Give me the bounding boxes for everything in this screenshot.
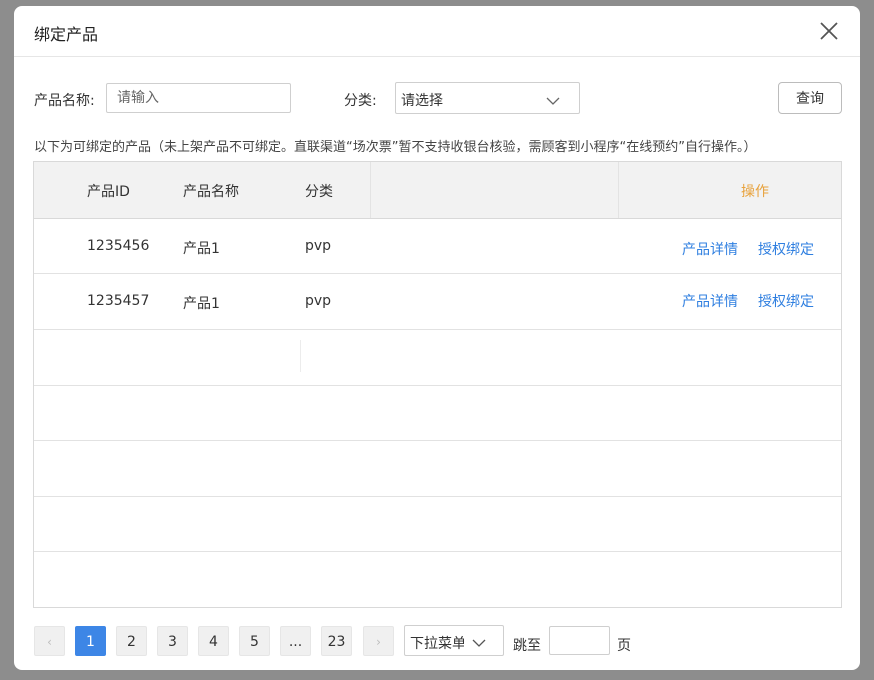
query-button[interactable]: 查询 — [778, 82, 842, 114]
header-divider — [370, 162, 371, 218]
header-action: 操作 — [741, 184, 769, 200]
header-product-name: 产品名称 — [183, 184, 239, 200]
bind-product-dialog: 绑定产品 产品名称: 分类: 请选择 查询 以下为可绑定的产品（未上架产品不可绑… — [14, 6, 860, 670]
cell-product-name: 产品1 — [183, 241, 220, 257]
table-row-empty — [34, 552, 841, 607]
goto-suffix: 页 — [617, 638, 631, 654]
page-size-select[interactable]: 下拉菜单 — [404, 625, 504, 656]
product-detail-link[interactable]: 产品详情 — [682, 291, 738, 311]
product-table: 产品ID 产品名称 分类 操作 1235456 产品1 pvp 产品详情 授权绑… — [33, 161, 842, 608]
header-category: 分类 — [305, 184, 333, 200]
table-row: 1235457 产品1 pvp 产品详情 授权绑定 — [34, 274, 841, 330]
cell-category: pvp — [305, 238, 332, 254]
page-size-value: 下拉菜单 — [410, 636, 464, 652]
table-row-empty — [34, 441, 841, 497]
product-name-input[interactable] — [106, 83, 291, 113]
table-row: 1235456 产品1 pvp 产品详情 授权绑定 — [34, 218, 841, 274]
cell-product-id: 1235456 — [87, 238, 150, 254]
authorize-bind-link[interactable]: 授权绑定 — [758, 291, 814, 311]
header-divider — [618, 162, 619, 218]
cell-product-name: 产品1 — [183, 296, 220, 312]
next-page-button[interactable]: › — [363, 626, 394, 656]
chevron-down-icon — [546, 92, 560, 111]
page-button-1[interactable]: 1 — [75, 626, 106, 656]
table-row-empty — [34, 386, 841, 441]
category-label: 分类: — [344, 93, 377, 109]
category-select[interactable]: 请选择 — [395, 82, 580, 114]
page-button-2[interactable]: 2 — [116, 626, 147, 656]
page-button-4[interactable]: 4 — [198, 626, 229, 656]
cell-category: pvp — [305, 293, 332, 309]
goto-page-input[interactable] — [549, 626, 610, 655]
dialog-title: 绑定产品 — [34, 25, 99, 44]
product-detail-link[interactable]: 产品详情 — [682, 239, 738, 259]
cell-divider — [300, 340, 301, 372]
chevron-down-icon — [472, 634, 486, 653]
cell-product-id: 1235457 — [87, 293, 150, 309]
page-button-5[interactable]: 5 — [239, 626, 270, 656]
close-icon[interactable] — [818, 20, 840, 42]
header-product-id: 产品ID — [87, 184, 130, 200]
bind-notice: 以下为可绑定的产品（未上架产品不可绑定。直联渠道“场次票”暂不支持收银台核验，需… — [34, 140, 757, 155]
dialog-header: 绑定产品 — [14, 6, 860, 57]
goto-label: 跳至 — [513, 638, 541, 654]
prev-page-button[interactable]: ‹ — [34, 626, 65, 656]
page-button-23[interactable]: 23 — [321, 626, 352, 656]
product-name-label: 产品名称: — [34, 93, 95, 109]
table-header: 产品ID 产品名称 分类 操作 — [34, 162, 841, 219]
table-row-empty — [34, 497, 841, 552]
table-row-empty — [34, 330, 841, 386]
page-button-3[interactable]: 3 — [157, 626, 188, 656]
category-select-value: 请选择 — [401, 93, 443, 109]
authorize-bind-link[interactable]: 授权绑定 — [758, 239, 814, 259]
page-ellipsis[interactable]: ... — [280, 626, 311, 656]
